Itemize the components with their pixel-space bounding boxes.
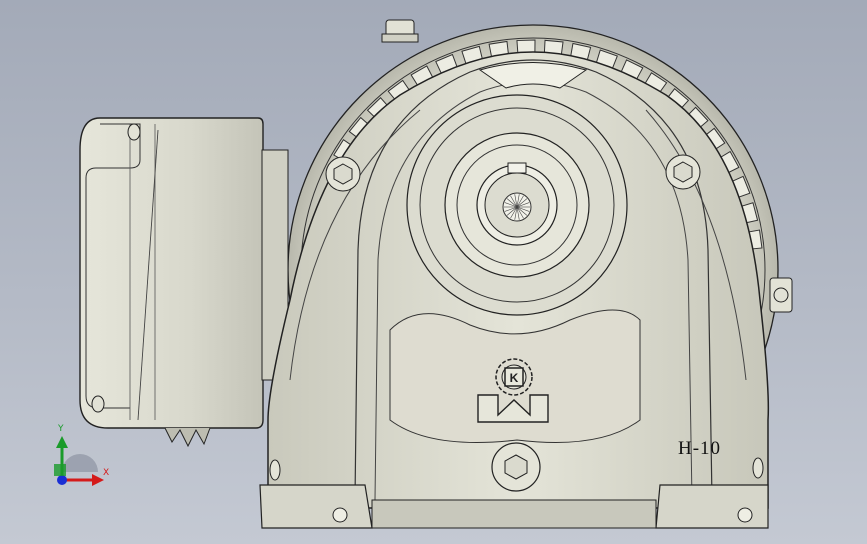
x-axis-label: X xyxy=(103,468,110,478)
svg-text:K: K xyxy=(510,371,519,385)
y-axis-label: Y xyxy=(58,424,64,434)
side-bolt xyxy=(769,277,793,313)
gearbox-model[interactable]: K xyxy=(0,0,867,544)
axis-triad-icon xyxy=(54,436,104,486)
drain-plug xyxy=(491,442,541,492)
cad-viewport[interactable]: K H-10 Y X xyxy=(0,0,867,544)
mount-boss-right xyxy=(665,154,701,190)
breather-plug xyxy=(381,19,419,43)
output-shaft xyxy=(406,94,628,316)
mount-boss-left xyxy=(325,156,361,192)
terminal-box xyxy=(79,117,289,448)
model-label: H-10 xyxy=(678,438,722,459)
